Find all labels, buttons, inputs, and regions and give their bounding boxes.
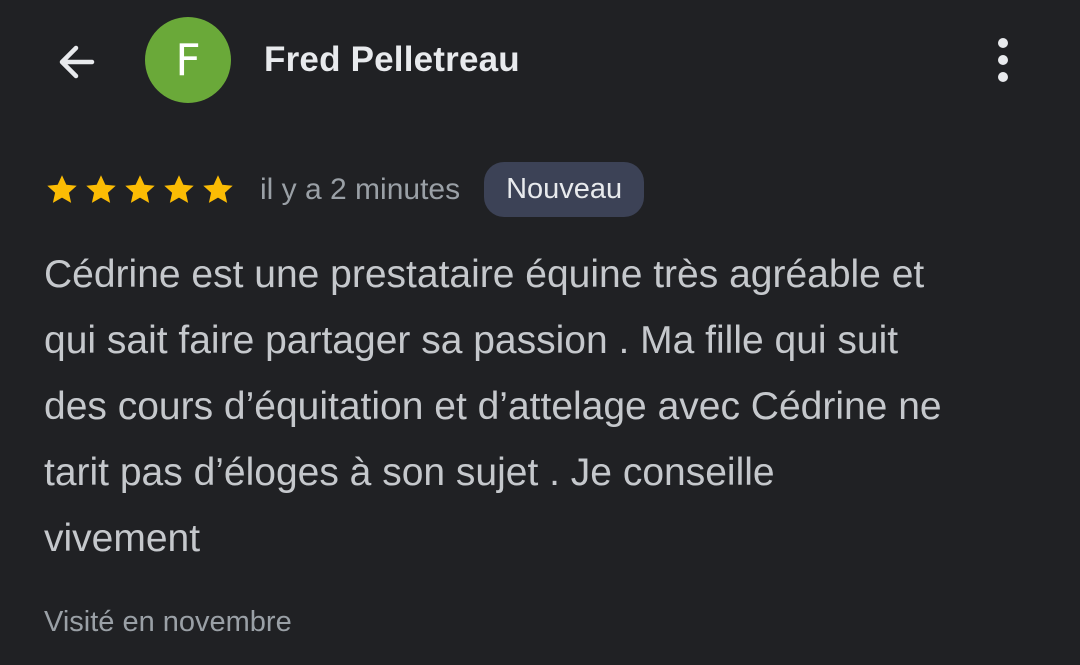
star-icon bbox=[164, 174, 194, 203]
back-button[interactable] bbox=[46, 32, 106, 92]
author-name[interactable]: Fred Pelletreau bbox=[264, 38, 520, 82]
review-text: Cédrine est une prestataire équine très … bbox=[44, 242, 1054, 572]
review-text-line: des cours d’équitation et d’attelage ave… bbox=[44, 385, 942, 428]
more-vertical-icon bbox=[998, 38, 1008, 82]
review-text-line: qui sait faire partager sa passion . Ma … bbox=[44, 319, 899, 362]
star-icon bbox=[125, 174, 155, 203]
star-icon bbox=[47, 174, 77, 203]
review-meta-row: il y a 2 minutes Nouveau bbox=[44, 162, 645, 217]
review-text-line: tarit pas d’éloges à son sujet . Je cons… bbox=[44, 451, 775, 494]
star-icon bbox=[203, 174, 233, 203]
star-icon bbox=[86, 174, 116, 203]
star-rating bbox=[44, 172, 236, 208]
review-text-line: vivement bbox=[44, 517, 201, 560]
visit-date: Visité en novembre bbox=[44, 606, 292, 638]
arrow-left-icon bbox=[59, 45, 95, 79]
review-time: il y a 2 minutes bbox=[260, 172, 461, 206]
new-badge: Nouveau bbox=[484, 162, 645, 217]
avatar[interactable]: F bbox=[145, 17, 231, 103]
review-header: F Fred Pelletreau bbox=[0, 0, 1080, 120]
more-options-button[interactable] bbox=[975, 30, 1031, 90]
review-text-line: Cédrine est une prestataire équine très … bbox=[44, 253, 925, 296]
